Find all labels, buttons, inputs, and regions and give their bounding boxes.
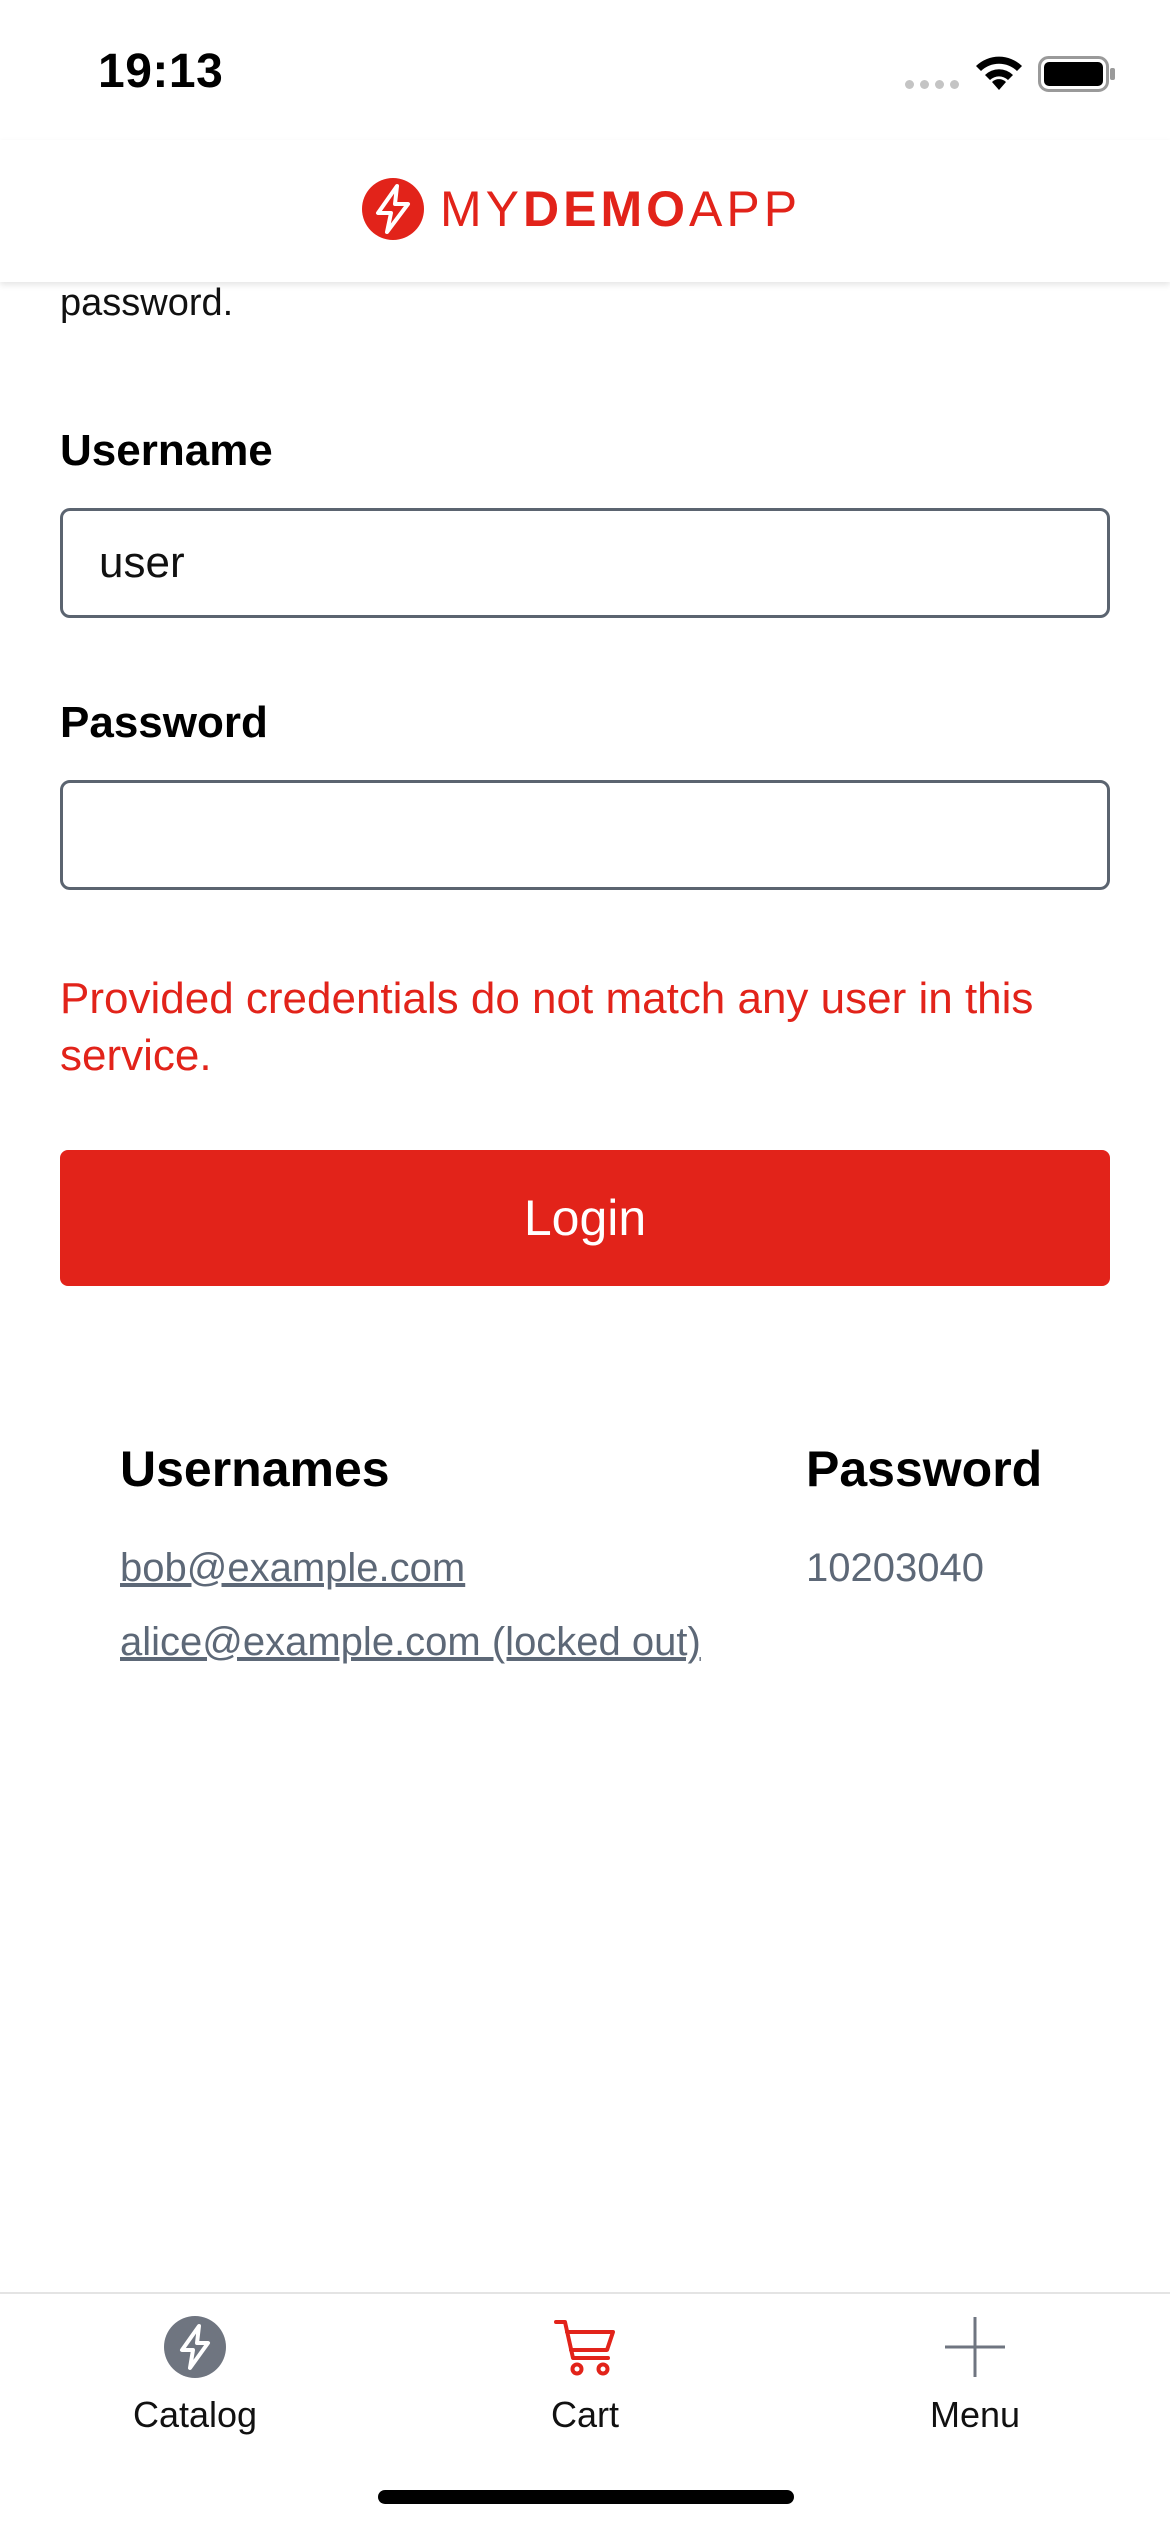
login-button[interactable]: Login	[60, 1150, 1110, 1286]
tab-catalog-label: Catalog	[132, 2394, 258, 2435]
cart-icon	[554, 2320, 615, 2376]
username-link-bob[interactable]: bob@example.com	[120, 1546, 465, 1591]
username-link-alice[interactable]: alice@example.com (locked out)	[120, 1620, 701, 1665]
wifi-icon	[976, 56, 1022, 90]
tab-catalog[interactable]: Catalog	[75, 2312, 315, 2472]
password-value: 10203040	[806, 1546, 984, 1590]
app-logo: MYDEMOAPP	[360, 174, 801, 244]
username-input[interactable]	[60, 508, 1110, 618]
status-bar: 19:13	[0, 0, 1170, 140]
logo-wordmark: MYDEMOAPP	[440, 181, 802, 237]
plus-menu-icon	[945, 2317, 1005, 2377]
battery-icon	[1038, 56, 1115, 92]
intro-text: password.	[60, 282, 234, 324]
password-label: Password	[60, 698, 268, 747]
error-message: Provided credentials do not match any us…	[60, 974, 1034, 1080]
tab-menu[interactable]: Menu	[855, 2312, 1095, 2472]
status-time: 19:13	[98, 45, 224, 98]
login-screen: 19:13 MYDEMOAPP password. Username user …	[0, 0, 1170, 2532]
catalog-icon	[164, 2316, 226, 2378]
tab-cart[interactable]: Cart	[465, 2312, 705, 2472]
username-label: Username	[60, 426, 273, 475]
app-header: MYDEMOAPP	[0, 140, 1170, 282]
password-heading: Password	[806, 1441, 1043, 1497]
home-indicator[interactable]	[378, 2490, 794, 2504]
tab-menu-label: Menu	[929, 2394, 1021, 2435]
password-input[interactable]	[60, 780, 1110, 890]
tab-cart-label: Cart	[550, 2394, 619, 2435]
lightning-bolt-logo-icon	[362, 178, 424, 240]
usernames-heading: Usernames	[120, 1441, 390, 1497]
cellular-signal-icon	[905, 80, 959, 90]
